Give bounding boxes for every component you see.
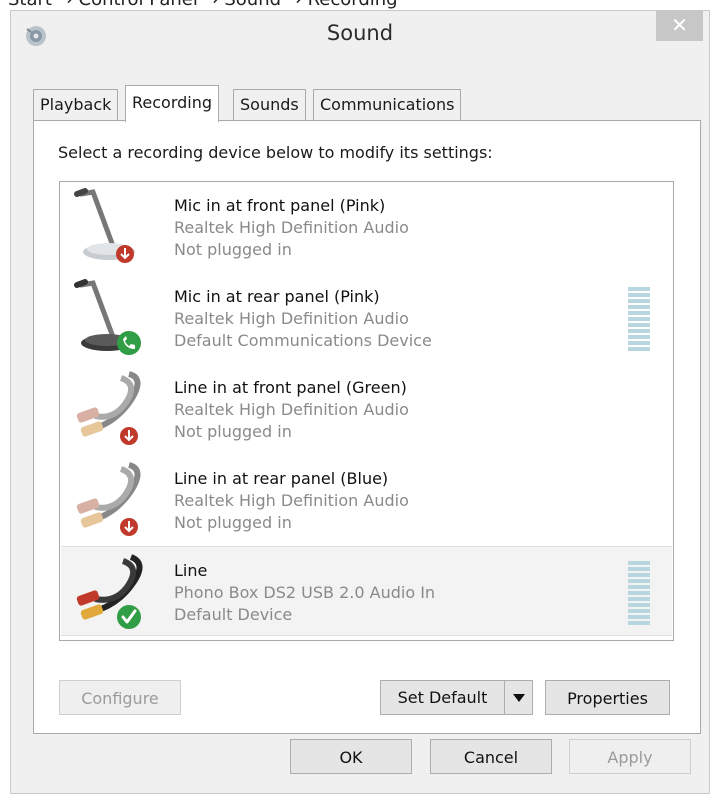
meter-segment [628,305,650,309]
microphone-icon [74,279,141,355]
device-name: Line in at rear panel (Blue) [174,469,389,488]
rca-cable-icon [76,554,143,629]
set-default-button[interactable]: Set Default [380,680,533,715]
meter-segment [628,561,650,565]
device-name: Mic in at front panel (Pink) [174,196,386,215]
device-name: Line in at front panel (Green) [174,378,407,397]
meter-segment [628,591,650,595]
meter-segment [628,335,650,339]
apply-button[interactable]: Apply [569,739,691,774]
recording-panel: Select a recording device below to modif… [33,120,701,734]
chevron-down-icon[interactable] [504,681,532,714]
tab-sounds[interactable]: Sounds [233,89,306,121]
cancel-button[interactable]: Cancel [430,739,552,774]
close-icon: ✕ [671,13,688,37]
meter-segment [628,603,650,607]
device-list[interactable]: Mic in at front panel (Pink) Realtek Hig… [59,181,674,641]
meter-segment [628,579,650,583]
breadcrumb-text: Start → Control Panel → Sound → Recordin… [8,0,398,10]
tab-recording[interactable]: Recording [125,85,220,122]
device-status: Not plugged in [174,513,292,532]
device-name: Mic in at rear panel (Pink) [174,287,380,306]
device-item-line-front[interactable]: Line in at front panel (Green) Realtek H… [61,364,672,454]
rca-cable-icon [76,462,141,536]
instruction-text: Select a recording device below to modif… [58,143,493,162]
meter-segment [628,585,650,589]
tab-communications[interactable]: Communications [313,89,462,121]
meter-segment [628,293,650,297]
microphone-icon [74,188,135,263]
device-item-line-rear[interactable]: Line in at rear panel (Blue) Realtek Hig… [61,455,672,545]
tab-strip: Playback Recording Sounds Communications [33,85,533,122]
device-item-line[interactable]: Line Phono Box DS2 USB 2.0 Audio In Defa… [61,546,672,636]
device-status: Default Device [174,605,293,624]
configure-button[interactable]: Configure [59,680,181,715]
meter-segment [628,347,650,351]
device-status: Not plugged in [174,422,292,441]
level-meter [628,561,650,625]
close-button[interactable]: ✕ [656,11,703,41]
set-default-label: Set Default [397,688,488,707]
tab-playback[interactable]: Playback [33,89,119,121]
meter-segment [628,597,650,601]
meter-segment [628,311,650,315]
meter-segment [628,299,650,303]
meter-segment [628,567,650,571]
sound-dialog: Sound ✕ Playback Recording Sounds Commun… [10,10,710,794]
rca-cable-icon [76,371,141,445]
device-status: Default Communications Device [174,331,432,350]
meter-segment [628,287,650,291]
window-title: Sound [326,21,394,45]
device-item-mic-rear[interactable]: Mic in at rear panel (Pink) Realtek High… [61,273,672,363]
ok-button[interactable]: OK [290,739,412,774]
meter-segment [628,323,650,327]
device-driver: Realtek High Definition Audio [174,400,409,419]
device-driver: Phono Box DS2 USB 2.0 Audio In [174,583,436,602]
device-driver: Realtek High Definition Audio [174,218,409,237]
phone-badge [117,331,141,355]
device-status: Not plugged in [174,240,292,259]
device-name: Line [174,561,208,580]
meter-segment [628,609,650,613]
device-driver: Realtek High Definition Audio [174,491,409,510]
device-driver: Realtek High Definition Audio [174,309,409,328]
meter-segment [628,621,650,625]
title-bar[interactable]: Sound ✕ [11,11,709,61]
level-meter [628,287,650,351]
device-item-mic-front[interactable]: Mic in at front panel (Pink) Realtek Hig… [61,182,672,272]
meter-segment [628,573,650,577]
meter-segment [628,329,650,333]
meter-segment [628,341,650,345]
meter-segment [628,317,650,321]
properties-button[interactable]: Properties [545,680,670,715]
meter-segment [628,615,650,619]
